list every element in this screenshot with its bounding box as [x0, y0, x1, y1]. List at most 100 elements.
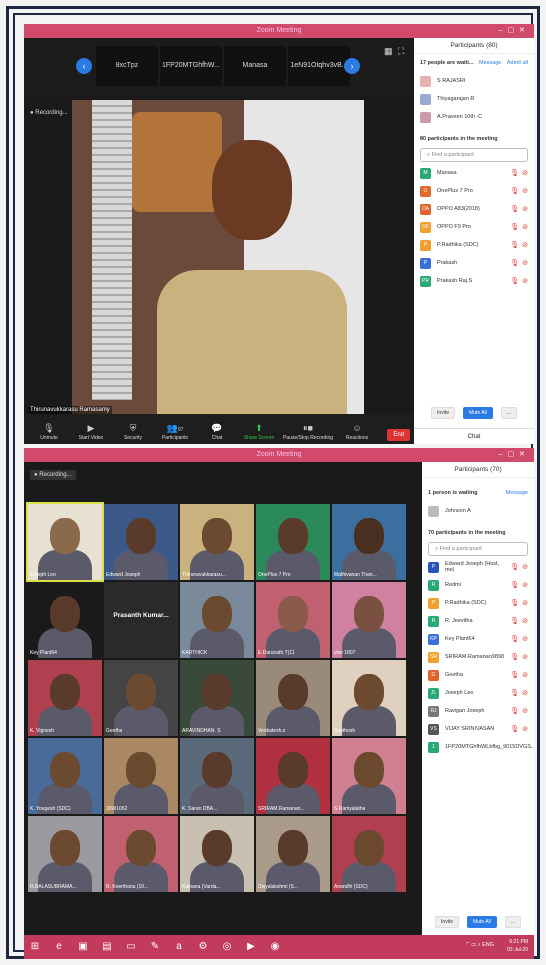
mic-muted-icon[interactable]: 🎙: [510, 563, 519, 571]
video-tile[interactable]: Joseph Leo: [26, 502, 104, 582]
strip-thumb[interactable]: Manasa: [224, 46, 286, 86]
camera-off-icon[interactable]: ⊘: [522, 169, 528, 177]
mute-all-button[interactable]: Mute All: [462, 407, 493, 419]
participant-row[interactable]: P P.Radhika (SDC) 🎙 ⊘: [414, 236, 534, 254]
end-meeting-button[interactable]: End: [387, 429, 410, 441]
admit-all-link[interactable]: Admit all: [507, 60, 528, 66]
participant-row[interactable]: VS VIJAY SRINIVASAN 🎙 ⊘: [422, 720, 534, 738]
chrome-profile-icon[interactable]: ◉: [268, 940, 282, 954]
strip-thumb[interactable]: 1eN91Otqhv3vB...: [288, 46, 350, 86]
recording-button[interactable]: ⏸■ Pause/Stop Recording: [280, 423, 336, 441]
folder-icon[interactable]: ▭: [124, 940, 138, 954]
camera-off-icon[interactable]: ⊘: [522, 635, 528, 643]
waiting-row[interactable]: Johnson A: [422, 502, 534, 520]
camera-off-icon[interactable]: ⊘: [522, 277, 528, 285]
unmute-button[interactable]: 🎙 Unmute: [28, 423, 70, 441]
chrome-icon[interactable]: ◎: [220, 940, 234, 954]
participant-row[interactable]: KP Key Plant64 🎙 ⊘: [422, 630, 534, 648]
mic-muted-icon[interactable]: 🎙: [510, 223, 519, 231]
participant-row[interactable]: O OnePlus 7 Pro 🎙 ⊘: [414, 182, 534, 200]
invite-button[interactable]: Invite: [435, 916, 459, 928]
gallery-view-icon[interactable]: ▦: [384, 46, 393, 57]
video-tile[interactable]: R.BALASUBRAMA...: [28, 816, 102, 892]
mic-muted-icon[interactable]: 🎙: [510, 187, 519, 195]
participants-button[interactable]: 👥97 Participants: [154, 423, 196, 441]
camera-off-icon[interactable]: ⊘: [522, 617, 528, 625]
settings-icon[interactable]: ⚙: [196, 940, 210, 954]
participant-row[interactable]: 11FP20MTGhfhWLbfbg_9015DVGS...🎙⊘: [422, 738, 534, 756]
chat-button[interactable]: 💬 Chat: [196, 423, 238, 441]
video-tile[interactable]: Santhosh: [332, 660, 406, 736]
participant-row[interactable]: RJ Ravigan Joseph 🎙 ⊘: [422, 702, 534, 720]
find-participant-input[interactable]: ⌕ Find a participant: [428, 542, 528, 556]
video-tile[interactable]: Edward Joseph: [104, 504, 178, 580]
mute-all-button[interactable]: Mute All: [466, 916, 497, 928]
camera-off-icon[interactable]: ⊘: [522, 671, 528, 679]
camera-off-icon[interactable]: ⊘: [522, 205, 528, 213]
video-tile[interactable]: K. Yougesh (SDC): [28, 738, 102, 814]
strip-thumb[interactable]: 1FP20MTGhfhW...: [160, 46, 222, 86]
message-link[interactable]: Message: [479, 60, 501, 66]
participant-row[interactable]: OF OPPO F9 Pro 🎙 ⊘: [414, 218, 534, 236]
message-link[interactable]: Message: [506, 490, 528, 496]
camera-off-icon[interactable]: ⊘: [522, 689, 528, 697]
share-screen-button[interactable]: ⬆ Share Screen: [238, 423, 280, 441]
participant-row[interactable]: PR Prakash Raj.S 🎙 ⊘: [414, 272, 534, 290]
waiting-row[interactable]: Thiyagarajan R: [414, 90, 534, 108]
video-tile[interactable]: ARAVINDHAN. S: [180, 660, 254, 736]
video-tile[interactable]: K. Saran DBA...: [180, 738, 254, 814]
security-button[interactable]: ⛨ Security: [112, 423, 154, 441]
prev-page-button[interactable]: ‹: [76, 58, 92, 74]
strip-thumb[interactable]: 8xcTpz: [96, 46, 158, 86]
find-participant-input[interactable]: ⌕ Find a participant: [420, 148, 528, 162]
system-tray[interactable]: ⌃ ▭ ♪ ENG: [465, 942, 494, 948]
video-tile[interactable]: E.Darunath.T(11: [256, 582, 330, 658]
fullscreen-icon[interactable]: ⛶: [398, 46, 404, 57]
mic-muted-icon[interactable]: 🎙: [510, 259, 519, 267]
mic-muted-icon[interactable]: 🎙: [510, 169, 519, 177]
paint-icon[interactable]: ✎: [148, 940, 162, 954]
participant-row[interactable]: SR SRIRAM.Ramanan9898 🎙 ⊘: [422, 648, 534, 666]
camera-off-icon[interactable]: ⊘: [522, 223, 528, 231]
video-tile[interactable]: Thirunavukkarasu...: [180, 504, 254, 580]
zoom-icon[interactable]: ▶: [244, 940, 258, 954]
video-tile[interactable]: Key Plant64: [28, 582, 102, 658]
camera-off-icon[interactable]: ⊘: [522, 187, 528, 195]
video-tile[interactable]: vivo 1807: [332, 582, 406, 658]
mic-muted-icon[interactable]: 🎙: [510, 277, 519, 285]
video-tile[interactable]: R. Keerthana (10...: [104, 816, 178, 892]
windows-start-icon[interactable]: ⊞: [28, 940, 42, 954]
participant-row[interactable]: R R. Jeevitha 🎙 ⊘: [422, 612, 534, 630]
video-tile[interactable]: Anandhi (SDC): [332, 816, 406, 892]
waiting-row[interactable]: S RAJASRI: [414, 72, 534, 90]
participant-row[interactable]: P Edward Joseph (Host, me) 🎙 ⊘: [422, 558, 534, 576]
video-tile[interactable]: K. Vignesh: [28, 660, 102, 736]
mic-muted-icon[interactable]: 🎙: [510, 581, 519, 589]
mic-muted-icon[interactable]: 🎙: [510, 653, 519, 661]
excel-icon[interactable]: ▣: [76, 940, 90, 954]
mic-muted-icon[interactable]: 🎙: [510, 635, 519, 643]
powerpoint-icon[interactable]: ▤: [100, 940, 114, 954]
video-tile[interactable]: Kalpana (Varda...: [180, 816, 254, 892]
mic-muted-icon[interactable]: 🎙: [510, 241, 519, 249]
camera-off-icon[interactable]: ⊘: [522, 581, 528, 589]
mic-muted-icon[interactable]: 🎙: [510, 725, 519, 733]
video-tile[interactable]: Divyalakshmi (S...: [256, 816, 330, 892]
mic-muted-icon[interactable]: 🎙: [510, 707, 519, 715]
video-tile[interactable]: OnePlus 7 Pro: [256, 504, 330, 580]
camera-off-icon[interactable]: ⊘: [522, 653, 528, 661]
video-tile[interactable]: KARTHICK: [180, 582, 254, 658]
video-tile[interactable]: Mathivanan Than...: [332, 504, 406, 580]
camera-off-icon[interactable]: ⊘: [522, 707, 528, 715]
video-tile[interactable]: 39W1062: [104, 738, 178, 814]
video-tile[interactable]: Prasanth Kumar...: [104, 582, 178, 658]
camera-off-icon[interactable]: ⊘: [522, 259, 528, 267]
start-video-button[interactable]: ▶ Start Video: [70, 423, 112, 441]
clock[interactable]: 6:21 PM 02-Jul-20: [507, 938, 528, 954]
chat-section[interactable]: Chat: [414, 428, 534, 444]
mic-muted-icon[interactable]: 🎙: [510, 689, 519, 697]
camera-off-icon[interactable]: ⊘: [522, 563, 528, 571]
camera-off-icon[interactable]: ⊘: [522, 725, 528, 733]
mic-muted-icon[interactable]: 🎙: [510, 671, 519, 679]
mic-muted-icon[interactable]: 🎙: [510, 617, 519, 625]
